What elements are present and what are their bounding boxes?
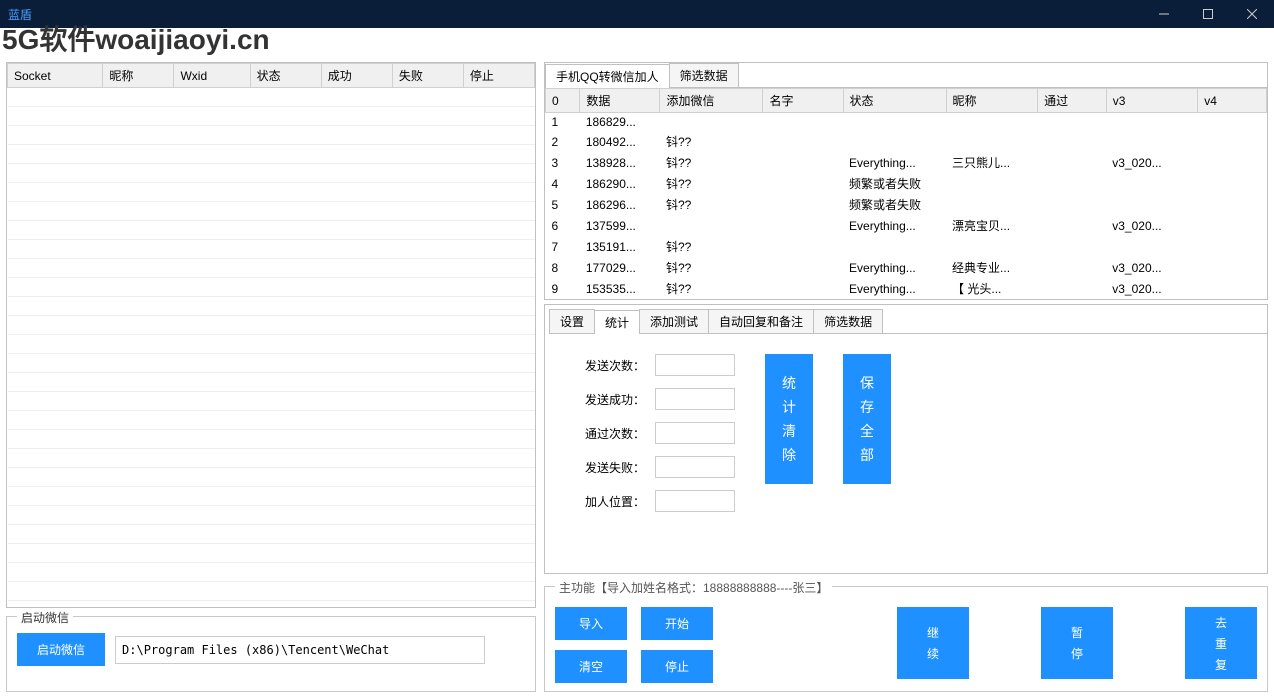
table-row bbox=[8, 487, 535, 506]
table-row bbox=[8, 392, 535, 411]
left-col-header[interactable]: Wxid bbox=[174, 64, 250, 88]
left-col-header[interactable]: 成功 bbox=[321, 64, 392, 88]
mid-tab[interactable]: 筛选数据 bbox=[813, 309, 883, 333]
left-col-header[interactable]: 失败 bbox=[392, 64, 463, 88]
start-button[interactable]: 开始 bbox=[641, 607, 713, 640]
dedupe-button[interactable]: 去重复 bbox=[1185, 607, 1257, 679]
left-col-header[interactable]: 状态 bbox=[250, 64, 321, 88]
start-wechat-group: 启动微信 启动微信 bbox=[6, 616, 536, 692]
import-button[interactable]: 导入 bbox=[555, 607, 627, 640]
start-wechat-legend: 启动微信 bbox=[17, 609, 73, 626]
table-row bbox=[8, 126, 535, 145]
mid-tabs: 设置统计添加测试自动回复和备注筛选数据 bbox=[549, 309, 1267, 334]
app-title: 蓝盾 bbox=[8, 6, 32, 23]
close-button[interactable] bbox=[1230, 0, 1274, 28]
titlebar: 蓝盾 bbox=[0, 0, 1274, 28]
table-row[interactable]: 1186829... bbox=[546, 113, 1267, 132]
left-accounts-table[interactable]: Socket昵称Wxid状态成功失败停止 bbox=[6, 62, 536, 608]
table-row bbox=[8, 183, 535, 202]
minimize-button[interactable] bbox=[1142, 0, 1186, 28]
table-row bbox=[8, 373, 535, 392]
save-all-button[interactable]: 保存全部 bbox=[843, 354, 891, 484]
top-tab[interactable]: 手机QQ转微信加人 bbox=[545, 64, 670, 88]
data-col-header[interactable]: 0 bbox=[546, 89, 580, 113]
table-row[interactable]: 8177029...钭??Everything...经典专业...v3_020.… bbox=[546, 257, 1267, 278]
data-col-header[interactable]: 数据 bbox=[580, 89, 660, 113]
table-row bbox=[8, 164, 535, 183]
input-send-ok[interactable] bbox=[655, 388, 735, 410]
mid-tab[interactable]: 添加测试 bbox=[639, 309, 709, 333]
top-tabs: 手机QQ转微信加人筛选数据 bbox=[545, 63, 1267, 87]
mid-tab[interactable]: 设置 bbox=[549, 309, 595, 333]
table-row bbox=[8, 202, 535, 221]
table-row[interactable]: 3138928...钭??Everything...三只熊儿...v3_020.… bbox=[546, 152, 1267, 173]
table-row bbox=[8, 297, 535, 316]
table-row bbox=[8, 544, 535, 563]
pause-button[interactable]: 暂停 bbox=[1041, 607, 1113, 679]
input-add-pos[interactable] bbox=[655, 490, 735, 512]
table-row[interactable]: 6137599...Everything...漂亮宝贝...v3_020... bbox=[546, 215, 1267, 236]
label-add-pos: 加人位置： bbox=[575, 493, 645, 510]
data-col-header[interactable]: 昵称 bbox=[946, 89, 1038, 113]
continue-button[interactable]: 继续 bbox=[897, 607, 969, 679]
input-send-fail[interactable] bbox=[655, 456, 735, 478]
table-row bbox=[8, 563, 535, 582]
table-row[interactable]: 2180492...钭?? bbox=[546, 131, 1267, 152]
data-col-header[interactable]: v3 bbox=[1106, 89, 1198, 113]
left-col-header[interactable]: Socket bbox=[8, 64, 103, 88]
table-row bbox=[8, 335, 535, 354]
table-row[interactable]: 7135191...钭?? bbox=[546, 236, 1267, 257]
data-col-header[interactable]: v4 bbox=[1198, 89, 1267, 113]
table-row[interactable]: 4186290...钭??频繁或者失败 bbox=[546, 173, 1267, 194]
start-wechat-button[interactable]: 启动微信 bbox=[17, 633, 105, 666]
table-row bbox=[8, 601, 535, 609]
wechat-path-input[interactable] bbox=[115, 636, 485, 664]
maximize-button[interactable] bbox=[1186, 0, 1230, 28]
table-row bbox=[8, 430, 535, 449]
data-col-header[interactable]: 通过 bbox=[1038, 89, 1107, 113]
clear-button[interactable]: 清空 bbox=[555, 650, 627, 683]
data-col-header[interactable]: 添加微信 bbox=[660, 89, 763, 113]
table-row bbox=[8, 411, 535, 430]
label-send-ok: 发送成功： bbox=[575, 391, 645, 408]
table-row bbox=[8, 145, 535, 164]
input-send-count[interactable] bbox=[655, 354, 735, 376]
table-row bbox=[8, 354, 535, 373]
main-func-legend: 主功能【导入加姓名格式：18888888888----张三】 bbox=[555, 579, 832, 596]
table-row bbox=[8, 259, 535, 278]
table-row bbox=[8, 506, 535, 525]
table-row[interactable]: 5186296...钭??频繁或者失败 bbox=[546, 194, 1267, 215]
table-row bbox=[8, 88, 535, 107]
table-row bbox=[8, 107, 535, 126]
table-row bbox=[8, 221, 535, 240]
data-col-header[interactable]: 名字 bbox=[763, 89, 843, 113]
mid-tab[interactable]: 统计 bbox=[594, 310, 640, 334]
table-row bbox=[8, 316, 535, 335]
input-pass-count[interactable] bbox=[655, 422, 735, 444]
mid-tab[interactable]: 自动回复和备注 bbox=[708, 309, 814, 333]
main-func-group: 主功能【导入加姓名格式：18888888888----张三】 导入 开始 清空 … bbox=[544, 586, 1268, 692]
data-table-scroll[interactable]: 0数据添加微信名字状态昵称通过v3v4 1186829...2180492...… bbox=[545, 87, 1267, 299]
table-row bbox=[8, 582, 535, 601]
table-row[interactable]: 9153535...钭??Everything...【 光头...v3_020.… bbox=[546, 278, 1267, 299]
data-col-header[interactable]: 状态 bbox=[843, 89, 946, 113]
label-send-fail: 发送失败： bbox=[575, 459, 645, 476]
top-tab[interactable]: 筛选数据 bbox=[669, 63, 739, 87]
left-col-header[interactable]: 昵称 bbox=[103, 64, 174, 88]
table-row bbox=[8, 278, 535, 297]
table-row bbox=[8, 525, 535, 544]
left-col-header[interactable]: 停止 bbox=[463, 64, 534, 88]
stop-button[interactable]: 停止 bbox=[641, 650, 713, 683]
table-row bbox=[8, 468, 535, 487]
label-send-count: 发送次数： bbox=[575, 357, 645, 374]
stats-clear-button[interactable]: 统计清除 bbox=[765, 354, 813, 484]
table-row bbox=[8, 449, 535, 468]
label-pass-count: 通过次数： bbox=[575, 425, 645, 442]
table-row bbox=[8, 240, 535, 259]
